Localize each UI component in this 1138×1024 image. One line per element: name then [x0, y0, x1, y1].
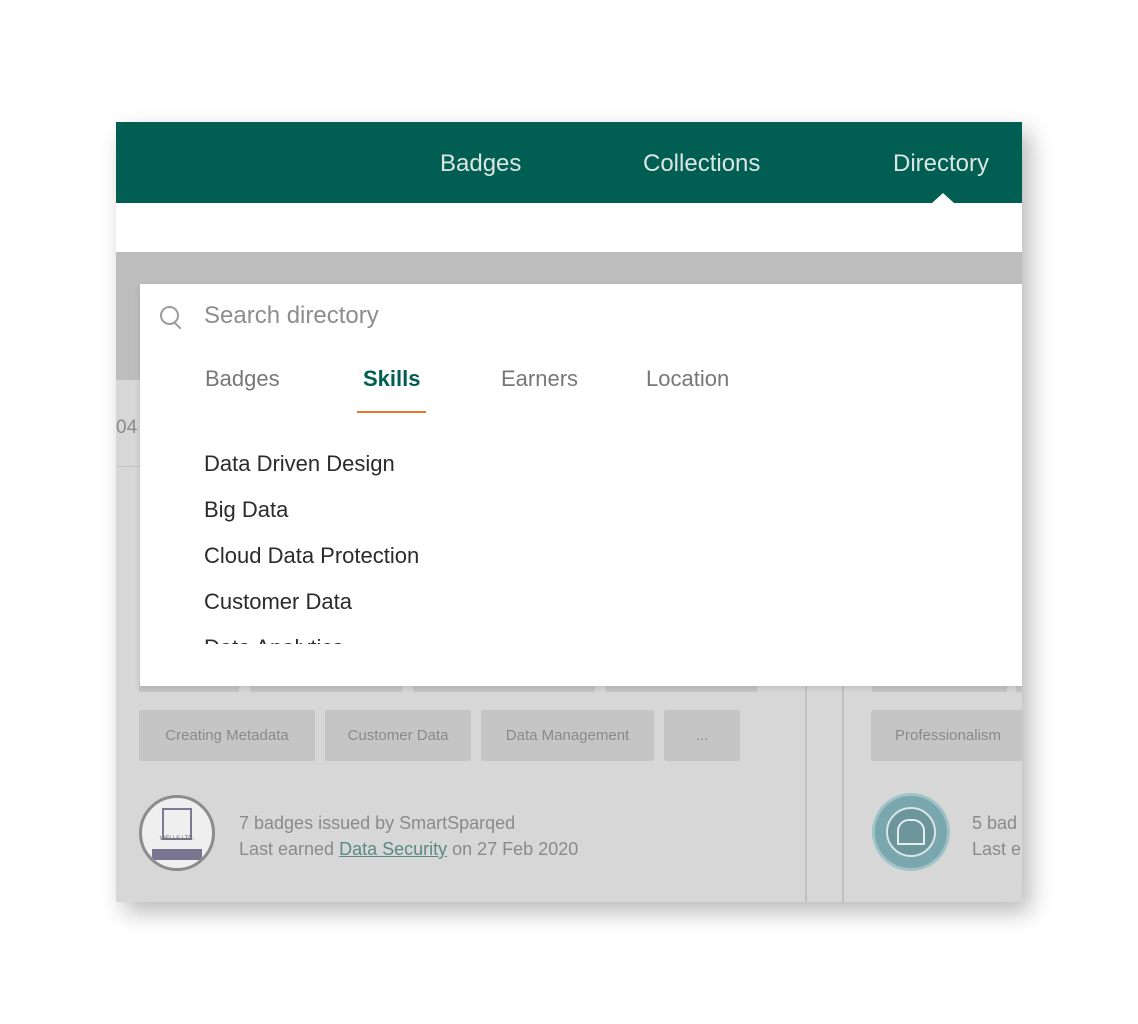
- skill-tag[interactable]: Creating Metadata: [139, 710, 315, 761]
- active-tab-indicator: [357, 411, 426, 413]
- issuer-summary: 5 bad: [972, 813, 1018, 833]
- list-item[interactable]: Data Analytics: [204, 633, 804, 644]
- tab-skills[interactable]: Skills: [363, 366, 420, 392]
- tab-earners[interactable]: Earners: [501, 366, 578, 392]
- list-item[interactable]: Customer Data: [204, 587, 804, 633]
- partial-number: 04: [116, 417, 138, 438]
- search-icon: [160, 306, 184, 330]
- results-list[interactable]: Data Driven Design Big Data Cloud Data P…: [204, 449, 804, 644]
- nav-collections[interactable]: Collections: [643, 150, 760, 178]
- tab-badges[interactable]: Badges: [205, 366, 280, 392]
- search-input[interactable]: [204, 298, 964, 334]
- gate-icon: [886, 807, 936, 857]
- list-item[interactable]: Data Driven Design: [204, 449, 804, 495]
- subheader: [116, 203, 1022, 252]
- last-earned-badge-link[interactable]: Data Security: [339, 839, 447, 859]
- nav-active-indicator: [932, 193, 954, 203]
- app-window: Badges Collections Directory 04 Creating…: [116, 122, 1022, 902]
- skill-tag[interactable]: Customer Data: [325, 710, 471, 761]
- list-item[interactable]: Big Data: [204, 495, 804, 541]
- last-earned-line: Last earned Data Security on 27 Feb 2020: [239, 839, 578, 860]
- last-earned-date: on 27 Feb 2020: [447, 839, 579, 859]
- top-navigation: Badges Collections Directory: [116, 122, 1022, 203]
- tab-location[interactable]: Location: [646, 366, 729, 392]
- issuer-logo-text: WELLS LTD.: [159, 836, 195, 842]
- more-tags-button[interactable]: ...: [664, 710, 740, 761]
- list-item[interactable]: Cloud Data Protection: [204, 541, 804, 587]
- skill-tag[interactable]: Professionalism: [871, 710, 1022, 761]
- last-earned-line: Last e: [972, 839, 1022, 859]
- issuer-logo[interactable]: [872, 793, 950, 871]
- issuer-logo[interactable]: WELLS LTD.: [139, 795, 215, 871]
- nav-badges[interactable]: Badges: [440, 150, 521, 178]
- ribbon-icon: [152, 849, 202, 860]
- issuer-summary: 7 badges issued by SmartSparqed: [239, 813, 516, 833]
- card-divider: [842, 662, 844, 902]
- nav-directory[interactable]: Directory: [893, 150, 989, 178]
- last-earned-prefix: Last earned: [239, 839, 340, 859]
- card-divider: [805, 662, 807, 902]
- search-dropdown: Badges Skills Earners Location Data Driv…: [140, 284, 1022, 686]
- skill-tag[interactable]: Data Management: [481, 710, 654, 761]
